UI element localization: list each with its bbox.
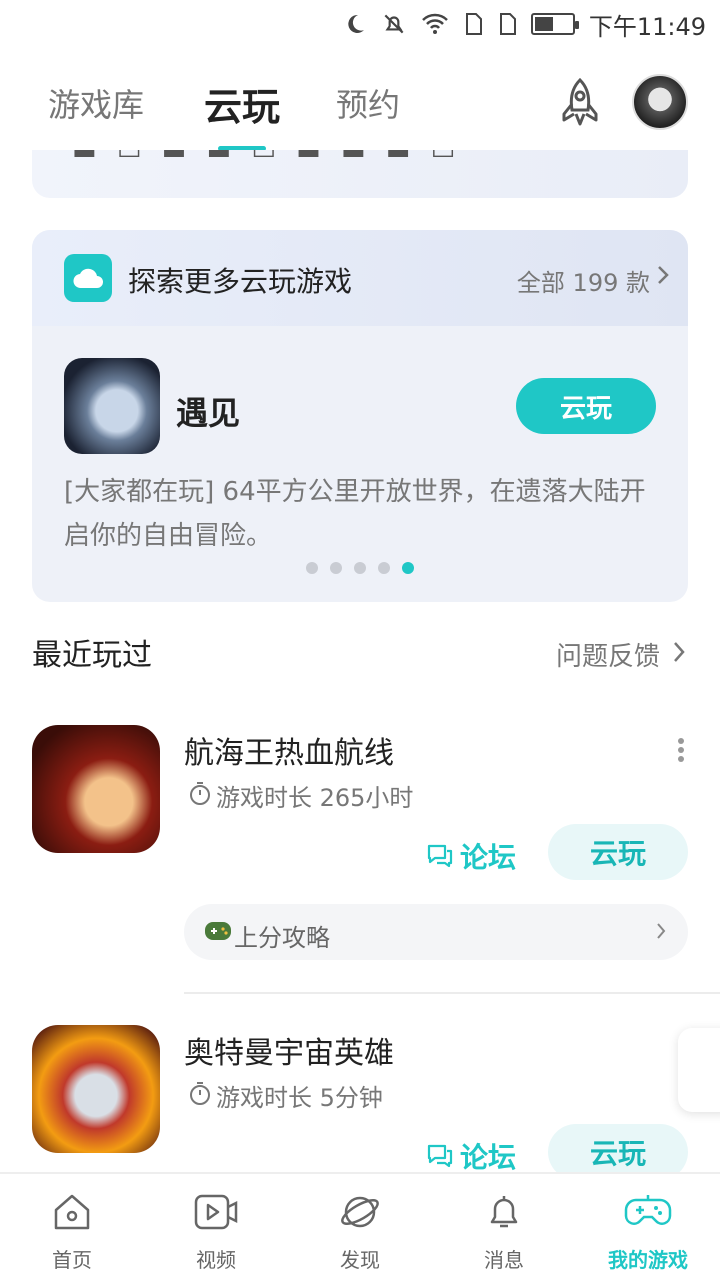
bell-icon: [490, 1196, 518, 1228]
mute-bell-icon: [384, 14, 404, 34]
featured-game-name[interactable]: 遇见: [176, 388, 240, 434]
explore-all-link[interactable]: 全部 199 款: [517, 263, 650, 298]
timer-icon: [190, 782, 210, 805]
previous-card-fragment: ▬ ▭ ▬ ▬ ▭ ▬ ▬ ▬ ▭: [32, 150, 688, 198]
carousel-indicator: [306, 562, 414, 574]
featured-game-description: [大家都在玩] 64平方公里开放世界，在遗落大陆开启你的自由冒险。: [64, 477, 646, 551]
explore-title: 探索更多云玩游戏: [128, 265, 353, 298]
battery-icon: [530, 13, 579, 35]
nav-my-games[interactable]: 我的游戏: [576, 1174, 720, 1280]
game-icon-onepiece[interactable]: [32, 725, 160, 853]
chevron-right-icon: [674, 642, 685, 662]
timer-icon: [190, 1082, 210, 1105]
chat-icon: [427, 1144, 453, 1168]
planet-icon: [341, 1196, 379, 1228]
nav-messages[interactable]: 消息: [432, 1174, 576, 1280]
more-options-icon[interactable]: [676, 738, 686, 762]
recent-played-title: 最近玩过: [32, 638, 152, 673]
sim2-icon: [499, 13, 516, 35]
game-playtime: 游戏时长 5分钟: [216, 1084, 383, 1112]
clock: 下午11:49: [588, 12, 706, 41]
forum-button[interactable]: 论坛: [426, 1136, 516, 1176]
nav-label: 首页: [52, 1248, 92, 1272]
featured-cloud-play-button[interactable]: 云玩: [516, 378, 656, 434]
explore-cloud-games-card: 探索更多云玩游戏 全部 199 款 遇见 云玩 [大家都在玩] 64平方公里开放…: [32, 230, 688, 602]
status-bar: 下午11:49: [0, 0, 720, 48]
gamepad-icon: [205, 922, 231, 940]
tab-cloud-play[interactable]: 云玩: [204, 76, 280, 131]
carousel-dot[interactable]: [330, 562, 342, 574]
wifi-icon: [421, 13, 448, 34]
chevron-right-icon: [657, 923, 666, 939]
chevron-right-icon: [658, 266, 669, 284]
featured-game-icon[interactable]: [64, 358, 160, 454]
carousel-dot[interactable]: [306, 562, 318, 574]
game-title[interactable]: 航海王热血航线: [184, 728, 394, 772]
video-icon: [194, 1194, 238, 1230]
nav-label: 发现: [340, 1248, 380, 1272]
avatar[interactable]: [632, 74, 688, 130]
floating-download-tab[interactable]: [678, 1028, 720, 1112]
nav-video[interactable]: 视频: [144, 1174, 288, 1280]
nav-discover[interactable]: 发现: [288, 1174, 432, 1280]
rocket-icon[interactable]: [552, 78, 608, 130]
bottom-nav: 首页 视频 发现 消息 我的游戏: [0, 1172, 720, 1280]
cloud-play-button[interactable]: 云玩: [548, 824, 688, 880]
forum-label: 论坛: [460, 841, 517, 874]
game-title[interactable]: 奥特曼宇宙英雄: [184, 1028, 394, 1072]
carousel-dot[interactable]: [354, 562, 366, 574]
forum-button[interactable]: 论坛: [426, 836, 516, 876]
moon-icon: [348, 14, 364, 33]
top-tab-bar: 游戏库 云玩 预约: [0, 70, 720, 151]
home-icon: [54, 1194, 90, 1230]
feedback-link[interactable]: 问题反馈: [556, 636, 660, 673]
nav-label: 消息: [484, 1248, 524, 1272]
game-icon-ultraman[interactable]: [32, 1025, 160, 1153]
nav-label: 视频: [196, 1248, 236, 1272]
forum-label: 论坛: [460, 1141, 517, 1174]
carousel-dot[interactable]: [378, 562, 390, 574]
explore-header[interactable]: 探索更多云玩游戏 全部 199 款: [32, 230, 688, 326]
nav-label: 我的游戏: [608, 1248, 688, 1272]
tab-reservation[interactable]: 预约: [336, 80, 400, 126]
sim1-icon: [465, 13, 482, 35]
game-playtime: 游戏时长 265小时: [216, 784, 414, 812]
tab-game-library[interactable]: 游戏库: [48, 80, 144, 126]
guide-label: 上分攻略: [234, 924, 330, 952]
nav-home[interactable]: 首页: [0, 1174, 144, 1280]
guide-banner[interactable]: 上分攻略: [184, 904, 688, 960]
list-divider: [184, 992, 720, 994]
gamepad-icon: [624, 1195, 672, 1225]
cloud-icon: [64, 254, 112, 302]
carousel-dot-active[interactable]: [402, 562, 414, 574]
chat-icon: [427, 844, 453, 868]
